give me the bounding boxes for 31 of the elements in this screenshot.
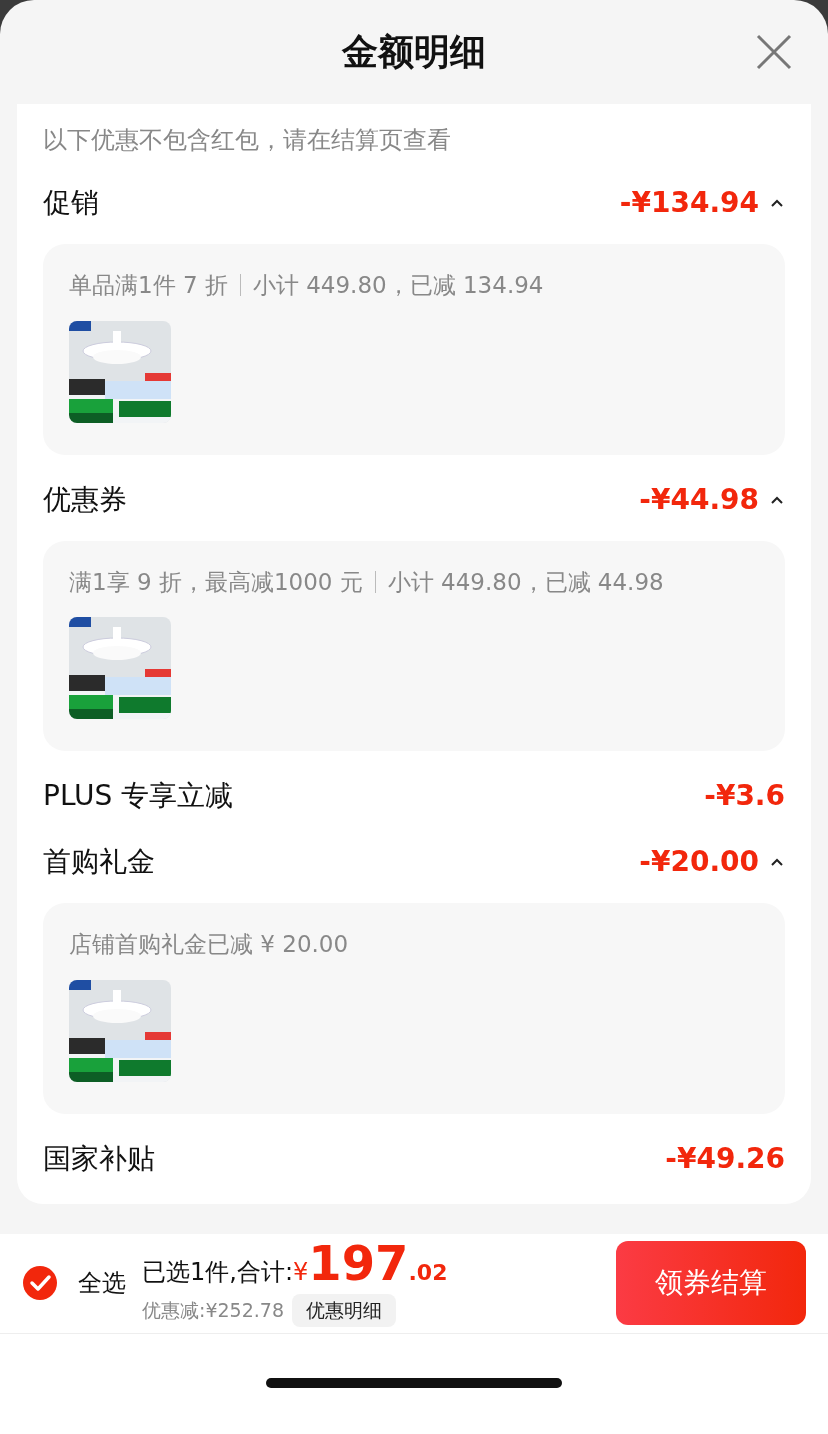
section-title: 优惠券: [43, 481, 127, 518]
summary-text: 小计 449.80，已减 134.94: [252, 271, 544, 300]
discount-total-text: 优惠减:¥252.78: [142, 1298, 284, 1324]
select-all-label[interactable]: 全选: [78, 1265, 126, 1301]
discount-amount: -¥44.98: [639, 481, 759, 518]
home-indicator[interactable]: [266, 1377, 562, 1388]
total-price-decimal: .02: [408, 1259, 448, 1288]
section-title: 促销: [43, 185, 99, 221]
section-title: PLUS 专享立减: [43, 778, 234, 814]
selected-count-text: 已选1件,合计:: [142, 1257, 293, 1289]
sheet-title: 金额明细: [342, 30, 486, 74]
summary-text: 店铺首购礼金已减 ¥ 20.00: [69, 930, 349, 959]
discount-amount: -¥134.94: [619, 185, 759, 221]
total-price: 197: [308, 1239, 409, 1288]
section-title: 国家补贴: [43, 1140, 155, 1177]
discount-amount: -¥49.26: [665, 1140, 785, 1177]
discount-amount: -¥20.00: [639, 844, 759, 880]
currency-symbol: ¥: [293, 1257, 309, 1289]
close-icon[interactable]: [756, 34, 792, 70]
checkout-button[interactable]: 领券结算: [616, 1241, 806, 1325]
rule-text: 单品满1件 7 折: [69, 271, 228, 300]
summary-text: 小计 449.80，已减 44.98: [387, 567, 664, 597]
checkbox[interactable]: [22, 1265, 58, 1301]
discount-amount: -¥3.6: [704, 778, 785, 814]
caret-icon[interactable]: [769, 198, 785, 208]
section-title: 首购礼金: [43, 844, 155, 880]
rule-text: 满1享 9 折，最高减1000 元: [69, 567, 363, 597]
discount-detail-button[interactable]: 优惠明细: [292, 1294, 396, 1327]
caret-icon[interactable]: [769, 494, 785, 505]
notice-text: 以下优惠不包含红包，请在结算页查看: [43, 125, 452, 156]
caret-icon[interactable]: [769, 857, 785, 867]
